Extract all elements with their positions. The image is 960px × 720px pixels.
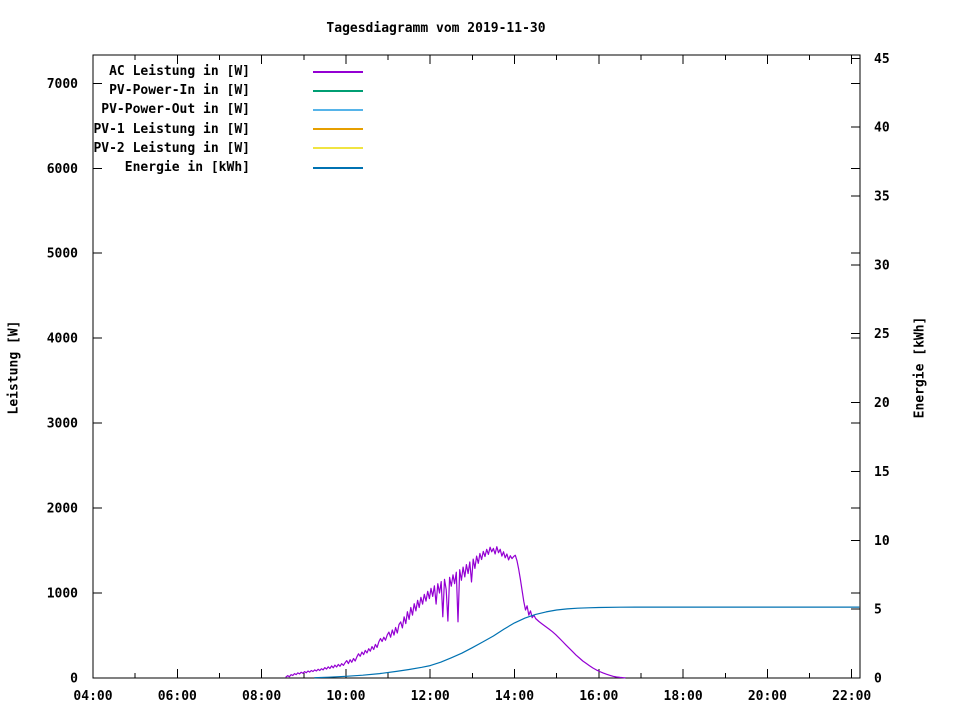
x-tick-label: 04:00 xyxy=(73,689,112,704)
x-tick-label: 22:00 xyxy=(832,689,871,704)
legend-item: AC Leistung in [W] xyxy=(0,62,363,81)
y1-tick-label: 3000 xyxy=(47,417,78,432)
y1-tick-label: 4000 xyxy=(47,332,78,347)
legend-line-sample xyxy=(313,166,363,169)
daily-diagram-chart: Tagesdiagramm vom 2019-11-30 Leistung [W… xyxy=(0,0,960,720)
legend-line-sample xyxy=(313,128,363,131)
y2-tick-label: 0 xyxy=(874,672,882,687)
legend-item: PV-1 Leistung in [W] xyxy=(0,120,363,139)
x-tick-label: 08:00 xyxy=(242,689,281,704)
legend-item: PV-2 Leistung in [W] xyxy=(0,139,363,158)
y2-tick-label: 30 xyxy=(874,258,890,273)
legend-item: Energie in [kWh] xyxy=(0,158,363,177)
legend-line-sample xyxy=(313,108,363,111)
y1-tick-label: 5000 xyxy=(47,247,78,262)
y2-tick-label: 45 xyxy=(874,52,890,67)
x-tick-label: 14:00 xyxy=(495,689,534,704)
legend-label: Energie in [kWh] xyxy=(124,160,250,176)
legend-item: PV-Power-Out in [W] xyxy=(0,100,363,119)
y1-tick-label: 2000 xyxy=(47,502,78,517)
legend-label: PV-Power-Out in [W] xyxy=(101,102,250,118)
x-tick-label: 16:00 xyxy=(579,689,618,704)
y2-tick-label: 10 xyxy=(874,534,890,549)
legend: AC Leistung in [W] PV-Power-In in [W] PV-P… xyxy=(0,62,363,177)
legend-label: AC Leistung in [W] xyxy=(109,64,250,80)
legend-line-sample xyxy=(313,89,363,92)
series-line-energie-in-kwh- xyxy=(314,606,860,679)
y2-tick-label: 25 xyxy=(874,327,890,342)
legend-line-sample xyxy=(313,147,363,150)
legend-item: PV-Power-In in [W] xyxy=(0,81,363,100)
y2-tick-label: 5 xyxy=(874,603,882,618)
legend-label: PV-Power-In in [W] xyxy=(109,83,250,99)
series-line-ac-leistung-in-w- xyxy=(285,546,626,679)
x-tick-label: 18:00 xyxy=(664,689,703,704)
y2-tick-label: 20 xyxy=(874,396,890,411)
x-tick-label: 06:00 xyxy=(158,689,197,704)
legend-line-sample xyxy=(313,70,363,73)
y2-tick-label: 35 xyxy=(874,190,890,205)
legend-label: PV-2 Leistung in [W] xyxy=(93,140,250,156)
legend-label: PV-1 Leistung in [W] xyxy=(93,121,250,137)
y2-tick-label: 15 xyxy=(874,465,890,480)
x-tick-label: 10:00 xyxy=(326,689,365,704)
y1-tick-label: 1000 xyxy=(47,587,78,602)
y1-tick-label: 0 xyxy=(70,672,78,687)
y2-tick-label: 40 xyxy=(874,121,890,136)
x-tick-label: 12:00 xyxy=(411,689,450,704)
x-tick-label: 20:00 xyxy=(748,689,787,704)
